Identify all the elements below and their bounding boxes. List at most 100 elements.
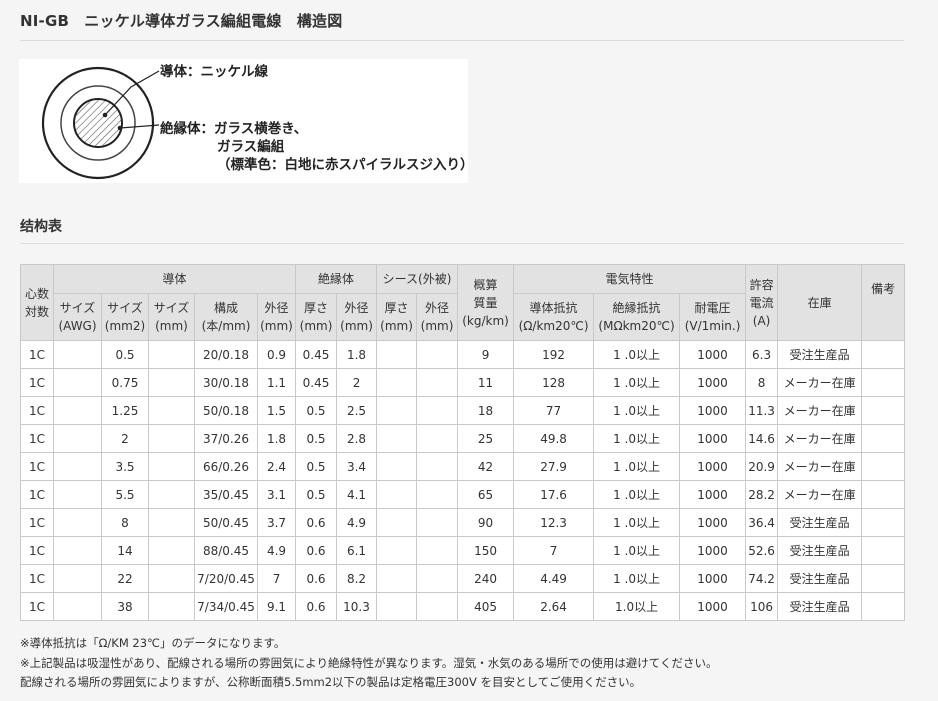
table-cell-stock: 受注生産品: [777, 592, 863, 621]
table-cell-awg: [53, 424, 102, 453]
table-cell-mm: [148, 536, 195, 565]
table-cell-mm: [148, 480, 195, 509]
table-cell-v: 1000: [679, 508, 747, 537]
table-cell-mm2: 14: [101, 536, 149, 565]
table-cell-iod: 10.3: [336, 592, 378, 621]
table-cell-wt: 42: [457, 452, 515, 481]
table-cell-v: 1000: [679, 536, 747, 565]
table-cell-a: 52.6: [745, 536, 779, 565]
table-cell-it: 0.6: [295, 536, 338, 565]
table-cell-cr: 192: [513, 340, 595, 369]
table-cell-sod: [416, 368, 459, 397]
table-cell-comp: 20/0.18: [194, 340, 258, 369]
section-title: 结构表: [20, 219, 62, 235]
table-cell-cores: 1C: [20, 396, 54, 425]
table-cell-wt: 9: [457, 340, 515, 369]
table-cell-mm: [148, 452, 195, 481]
cable-structure-diagram: 導体：ニッケル線 絶縁体：ガラス横巻き、 ガラス編組 （標準色：白地に赤スパイラ…: [19, 59, 474, 183]
table-cell-rem: [861, 480, 906, 509]
table-cell-sod: [416, 424, 459, 453]
table-cell-sod: [416, 340, 459, 369]
table-cell-a: 6.3: [745, 340, 779, 369]
table-cell-cr: 17.6: [513, 480, 595, 509]
table-cell-awg: [53, 508, 102, 537]
table-cell-v: 1000: [679, 340, 747, 369]
table-cell-ir: 1 .0以上: [593, 508, 681, 537]
table-cell-cores: 1C: [20, 480, 54, 509]
table-cell-mm2: 3.5: [101, 452, 149, 481]
table-cell-awg: [53, 536, 102, 565]
table-cell-mm: [148, 340, 195, 369]
table-cell-cod: 1.8: [256, 424, 297, 453]
section-divider: [20, 243, 904, 244]
header-sheath-od: 外径 (mm): [416, 293, 459, 341]
table-cell-cores: 1C: [20, 508, 54, 537]
table-cell-sod: [416, 564, 459, 593]
table-cell-comp: 50/0.45: [194, 508, 258, 537]
table-cell-awg: [53, 452, 102, 481]
table-cell-ir: 1 .0以上: [593, 340, 681, 369]
table-cell-rem: [861, 340, 906, 369]
table-cell-st: [376, 368, 418, 397]
table-row: 1C 3.5 66/0.26 2.4 0.5 3.4 42 27.9 1 .0以上 1000 20.…: [20, 452, 906, 481]
table-cell-iod: 2.5: [336, 396, 378, 425]
table-cell-rem: [861, 508, 906, 537]
table-cell-cod: 3.1: [256, 480, 297, 509]
table-cell-st: [376, 536, 418, 565]
table-cell-it: 0.6: [295, 592, 338, 621]
table-row: 1C 14 88/0.45 4.9 0.6 6.1 150 7 1 .0以上 1000 52.6 受注…: [20, 536, 906, 565]
table-cell-mm2: 1.25: [101, 396, 149, 425]
table-row: 1C 0.5 20/0.18 0.9 0.45 1.8 9 192 1 .0以上 1000 6.3 受…: [20, 340, 906, 369]
table-cell-wt: 11: [457, 368, 515, 397]
table-cell-ir: 1 .0以上: [593, 368, 681, 397]
header-size-awg: サイズ (AWG): [53, 293, 102, 341]
table-cell-awg: [53, 368, 102, 397]
table-cell-cr: 77: [513, 396, 595, 425]
table-cell-comp: 37/0.26: [194, 424, 258, 453]
header-sheath-thickness: 厚さ (mm): [376, 293, 418, 341]
table-cell-it: 0.45: [295, 368, 338, 397]
table-cell-comp: 88/0.45: [194, 536, 258, 565]
header-electrical: 電気特性: [513, 264, 747, 294]
table-cell-cr: 128: [513, 368, 595, 397]
table-row: 1C 5.5 35/0.45 3.1 0.5 4.1 65 17.6 1 .0以上 1000 28.…: [20, 480, 906, 509]
header-conductor-od: 外径 (mm): [256, 293, 297, 341]
table-cell-ir: 1 .0以上: [593, 536, 681, 565]
title-divider: [20, 40, 904, 41]
header-insulator-od: 外径 (mm): [336, 293, 378, 341]
table-cell-rem: [861, 592, 906, 621]
table-cell-v: 1000: [679, 396, 747, 425]
header-current: 許容 電流 (A): [745, 264, 779, 341]
table-cell-comp: 30/0.18: [194, 368, 258, 397]
table-cell-cod: 1.1: [256, 368, 297, 397]
table-cell-cores: 1C: [20, 340, 54, 369]
table-cell-v: 1000: [679, 592, 747, 621]
table-cell-v: 1000: [679, 368, 747, 397]
table-cell-cores: 1C: [20, 368, 54, 397]
header-remarks: 備考: [861, 264, 906, 341]
header-conductor: 導体: [52, 264, 297, 294]
table-cell-rem: [861, 368, 906, 397]
table-cell-sod: [416, 396, 459, 425]
table-cell-a: 28.2: [745, 480, 779, 509]
table-cell-st: [376, 564, 418, 593]
table-cell-cod: 4.9: [256, 536, 297, 565]
header-conductor-resistance: 導体抵抗 (Ω/km20℃): [513, 293, 595, 341]
table-cell-mm2: 8: [101, 508, 149, 537]
table-cell-mm: [148, 564, 195, 593]
table-cell-mm: [148, 508, 195, 537]
table-cell-cod: 1.5: [256, 396, 297, 425]
header-insulator: 絶縁体: [295, 264, 378, 294]
table-cell-mm2: 5.5: [101, 480, 149, 509]
table-cell-rem: [861, 536, 906, 565]
insulator-label-line3: （標準色：白地に赤スパイラルスジ入り）: [217, 157, 474, 173]
table-row: 1C 38 7/34/0.45 9.1 0.6 10.3 405 2.64 1.0以上 1000 1…: [20, 592, 906, 621]
table-cell-sod: [416, 592, 459, 621]
table-cell-a: 36.4: [745, 508, 779, 537]
header-insulator-thickness: 厚さ (mm): [295, 293, 338, 341]
table-cell-mm: [148, 592, 195, 621]
table-cell-stock: 受注生産品: [777, 508, 863, 537]
table-cell-cores: 1C: [20, 452, 54, 481]
table-cell-awg: [53, 396, 102, 425]
table-cell-comp: 7/20/0.45: [194, 564, 258, 593]
